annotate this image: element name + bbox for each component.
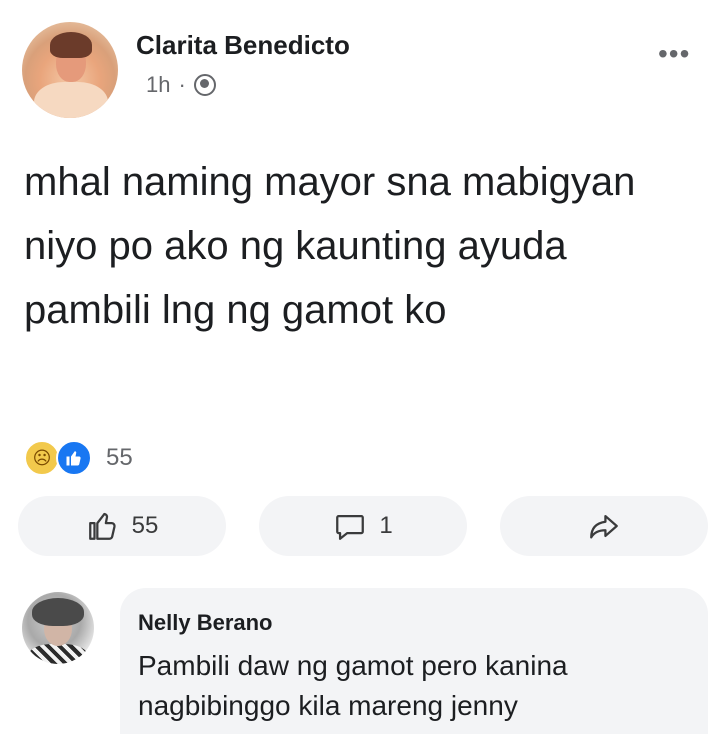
comment-icon — [336, 514, 365, 540]
reaction-summary[interactable]: ☹ 55 — [24, 438, 133, 478]
post-text: mhal naming mayor sna mabigyan niyo po a… — [24, 160, 636, 332]
commenter-hair-shape — [32, 598, 84, 626]
more-options-icon[interactable]: ••• — [658, 38, 690, 70]
like-icon — [88, 512, 116, 540]
share-button[interactable] — [500, 496, 708, 556]
like-button[interactable]: 55 — [18, 496, 226, 556]
reaction-count: 55 — [106, 444, 133, 471]
avatar-body-shape — [34, 82, 108, 118]
commenter-shirt-shape — [28, 644, 88, 664]
post-action-bar: 55 1 — [18, 496, 708, 556]
comment-author-name[interactable]: Nelly Berano — [138, 610, 273, 636]
comment-count-label: 1 — [379, 512, 393, 539]
post-author-name[interactable]: Clarita Benedicto — [136, 30, 350, 61]
like-count-label: 55 — [131, 512, 159, 539]
share-icon — [590, 514, 618, 539]
like-reaction-glyph — [66, 451, 81, 466]
sad-reaction-icon: ☹ — [24, 440, 60, 476]
globe-icon — [193, 74, 216, 96]
avatar-hair-shape — [50, 32, 92, 58]
author-avatar[interactable] — [22, 22, 118, 118]
comment-button[interactable]: 1 — [259, 496, 467, 556]
commenter-avatar[interactable] — [22, 592, 94, 664]
post-meta: 1h · — [146, 72, 216, 98]
meta-separator: · — [178, 72, 186, 97]
post-time[interactable]: 1h — [146, 72, 170, 98]
like-reaction-icon — [56, 440, 92, 476]
comment-text: Pambili daw ng gamot pero kanina nagbibi… — [138, 650, 568, 721]
